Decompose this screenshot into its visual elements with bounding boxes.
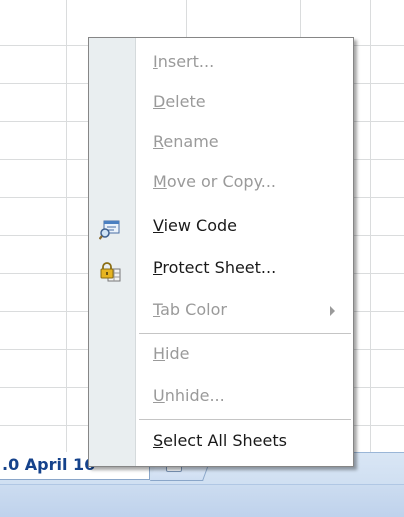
menu-item-label: Select All Sheets	[153, 431, 287, 450]
sheet-tab-label: .0 April 16	[2, 455, 96, 474]
menu-separator	[139, 333, 351, 334]
menu-item-label: Insert...	[153, 52, 215, 71]
menu-item-protect-sheet[interactable]: Protect Sheet...	[89, 250, 353, 286]
menu-item-label: Protect Sheet...	[153, 258, 277, 277]
menu-item-rename[interactable]: Rename	[89, 124, 353, 160]
menu-item-label: View Code	[153, 216, 238, 235]
menu-item-delete[interactable]: Delete	[89, 84, 353, 120]
menu-item-hide[interactable]: Hide	[89, 336, 353, 372]
menu-item-label: Unhide...	[153, 386, 225, 405]
menu-item-label: Tab Color	[153, 300, 227, 319]
view-code-icon	[98, 217, 121, 240]
submenu-arrow-icon	[330, 306, 335, 316]
menu-item-view-code[interactable]: View Code	[89, 208, 353, 244]
column-divider	[66, 0, 67, 452]
menu-item-label: Delete	[153, 92, 206, 111]
menu-item-unhide[interactable]: Unhide...	[89, 378, 353, 414]
menu-item-insert[interactable]: Insert...	[89, 44, 353, 80]
menu-separator	[139, 419, 351, 420]
menu-item-tab-color[interactable]: Tab Color	[89, 292, 353, 328]
menu-item-move-or-copy[interactable]: Move or Copy...	[89, 164, 353, 200]
sheet-tab-context-menu: Insert... Delete Rename Move or Copy... …	[88, 37, 354, 467]
menu-item-select-all-sheets[interactable]: Select All Sheets	[89, 423, 353, 459]
menu-item-label: Hide	[153, 344, 190, 363]
status-bar	[0, 484, 404, 517]
menu-item-label: Move or Copy...	[153, 172, 277, 191]
protect-sheet-lock-icon	[99, 259, 121, 282]
menu-item-label: Rename	[153, 132, 219, 151]
column-divider	[370, 0, 371, 452]
